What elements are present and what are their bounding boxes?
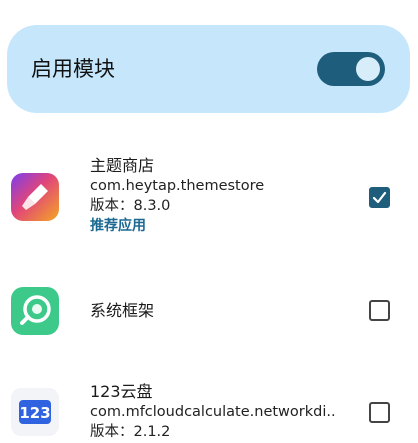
check-icon — [372, 191, 387, 204]
svg-text:123: 123 — [19, 404, 50, 422]
app-checkbox-theme-store[interactable] — [369, 187, 390, 208]
app-row-123-cloud[interactable]: 123 123云盘 com.mfcloudcalculate.networkdi… — [0, 380, 418, 443]
app-checkbox-123-cloud[interactable] — [369, 402, 390, 423]
cloud-disk-123-icon: 123 — [11, 388, 59, 436]
system-framework-icon — [11, 287, 59, 335]
app-checkbox-system-framework[interactable] — [369, 300, 390, 321]
app-package: com.mfcloudcalculate.networkdi.. — [90, 404, 336, 420]
app-name: 系统框架 — [90, 301, 155, 320]
enable-module-switch[interactable] — [317, 52, 385, 86]
app-package: com.heytap.themestore — [90, 178, 265, 194]
app-name: 123云盘 — [90, 382, 153, 401]
app-version: 版本：2.1.2 — [90, 424, 171, 440]
app-name: 主题商店 — [90, 156, 155, 175]
theme-store-brush-icon — [11, 173, 59, 221]
app-version: 版本：8.3.0 — [90, 198, 171, 214]
app-row-system-framework[interactable]: 系统框架 — [0, 282, 418, 342]
app-row-theme-store[interactable]: 主题商店 com.heytap.themestore 版本：8.3.0 推荐应用 — [0, 150, 418, 245]
enable-module-card[interactable]: 启用模块 — [7, 25, 410, 113]
enable-module-title: 启用模块 — [31, 57, 115, 81]
switch-knob — [356, 57, 380, 81]
recommended-badge: 推荐应用 — [90, 218, 146, 234]
